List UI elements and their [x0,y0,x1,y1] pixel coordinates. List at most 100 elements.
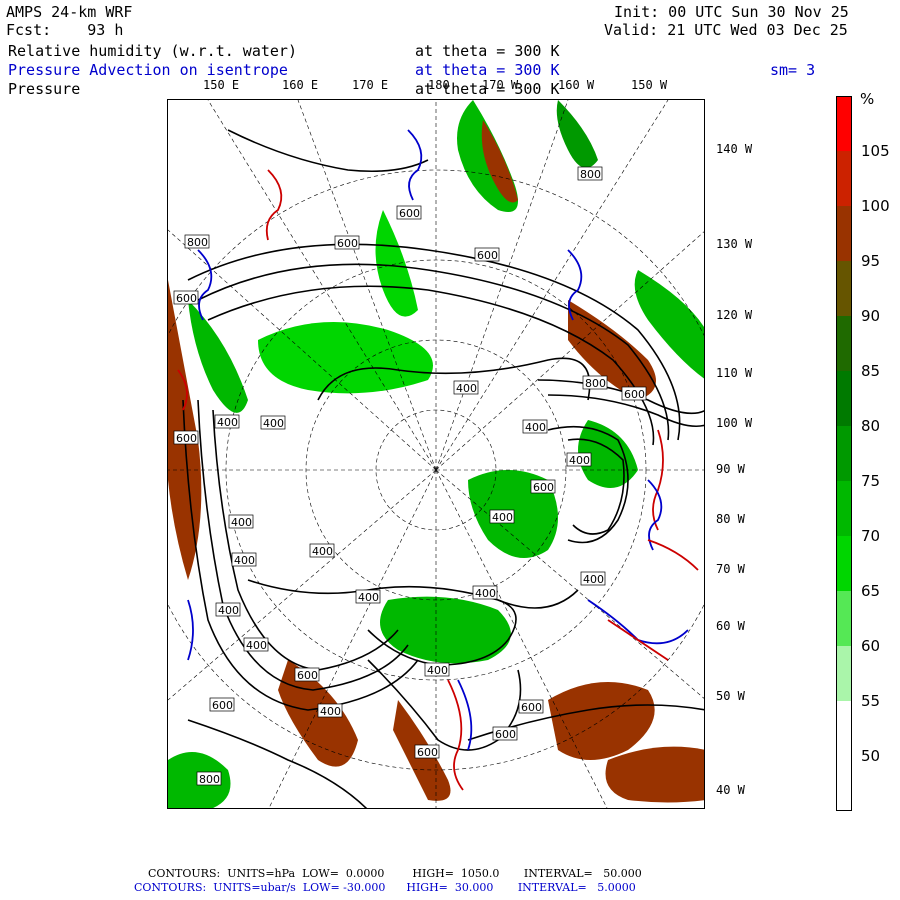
colorbar-tick-label: 90 [861,307,881,325]
contour-label: 800 [199,773,220,786]
advection-contour [647,479,663,551]
right-lon-label: 60 W [716,619,745,633]
rh-area [375,210,418,317]
contour-label: 400 [218,604,239,617]
advection-contour [587,599,689,645]
advection-contour [187,599,194,661]
right-lon-label: 70 W [716,562,745,576]
contour-label: 800 [187,236,208,249]
colorbar-tick-label: 70 [861,527,881,545]
right-lon-label: 40 W [716,783,745,797]
rh-area [548,682,655,760]
contour-label: 600 [176,292,197,305]
colorbar-tick-label: 85 [861,362,881,380]
colorbar-tick-label: 75 [861,472,881,490]
contour-label: 400 [231,516,252,529]
contour-label: 600 [624,388,645,401]
colorbar-unit: % [860,90,875,108]
top-lon-label: 150 E [203,78,240,92]
colorbar-tick-label: 65 [861,582,881,600]
contour-label: 600 [417,746,438,759]
right-lon-label: 140 W [716,142,753,156]
colorbar-segment [836,371,852,426]
colorbar-tick-label: 60 [861,637,881,655]
valid-time: Valid: 21 UTC Wed 03 Dec 25 [604,21,848,39]
top-lon-label: 160 E [282,78,319,92]
field3-name: Pressure [8,80,81,98]
colorbar-tick-label: 100 [861,197,890,215]
contour-label: 600 [176,432,197,445]
contour-label: 400 [583,573,604,586]
rh-area [188,300,248,413]
colorbar-segment [836,646,852,701]
contour-label: 600 [399,207,420,220]
contour-label: 400 [525,421,546,434]
field2-smoothing: sm= 3 [770,61,816,79]
field2-name: Pressure Advection on isentrope [8,61,288,79]
colorbar-tick-label: 80 [861,417,881,435]
colorbar-segment [836,481,852,536]
right-lon-label: 50 W [716,689,745,703]
contour-label: 400 [320,705,341,718]
model-title: AMPS 24-km WRF [6,3,133,21]
colorbar-tick-label: 105 [861,142,890,160]
contour-label: 800 [580,168,601,181]
forecast-hour: Fcst: 93 h [6,21,124,39]
colorbar-tick-label: 55 [861,692,881,710]
pressure-contour [197,399,409,691]
colorbar-segment [836,426,852,481]
pressure-contour [212,409,399,671]
field2-level: at theta = 300 K [415,61,560,79]
right-lon-label: 110 W [716,366,753,380]
top-lon-label: 170 W [482,78,519,92]
right-lon-label: 80 W [716,512,745,526]
contour-label: 400 [263,417,284,430]
advection-contour [265,169,283,241]
contour-label: 400 [358,591,379,604]
meridian-line [435,231,704,471]
contour-label: 600 [337,237,358,250]
map-canvas: 800 600 600 600 800 600 800 400 400 600 … [168,100,704,808]
colorbar-segment [836,261,852,316]
advection-contour [647,539,699,571]
contour-label: 400 [456,382,477,395]
colorbar-segment [836,206,852,261]
colorbar-segment [836,701,852,756]
contour-label: 400 [217,416,238,429]
field1-name: Relative humidity (w.r.t. water) [8,42,297,60]
contour-label: 600 [212,699,233,712]
footer-contours-pressure: CONTOURS: UNITS=hPa LOW= 0.0000 HIGH= 10… [148,867,642,880]
rh-area [556,100,598,168]
contour-label: 600 [297,669,318,682]
advection-contour [607,619,669,661]
colorbar-tick-label: 95 [861,252,881,270]
contour-label: 400 [492,511,513,524]
top-lon-label: 160 W [558,78,595,92]
colorbar-segment [836,96,852,151]
advection-contour [447,679,464,791]
contour-label: 400 [234,554,255,567]
rh-area [605,746,704,803]
colorbar-segment [836,591,852,646]
right-lon-label: 90 W [716,462,745,476]
right-lon-label: 120 W [716,308,753,322]
advection-contour [652,429,664,531]
right-lon-label: 130 W [716,237,753,251]
colorbar-segment [836,151,852,206]
field1-level: at theta = 300 K [415,42,560,60]
pressure-contour [182,399,419,711]
contour-label: 400 [312,545,333,558]
right-lon-label: 100 W [716,416,753,430]
top-lon-label: 150 W [631,78,668,92]
contour-label: 600 [521,701,542,714]
contour-label: 400 [475,587,496,600]
contour-label: 800 [585,377,606,390]
top-lon-label: 180 [428,78,450,92]
rh-area [258,322,433,394]
colorbar-tick-label: 50 [861,747,881,765]
contour-label: 400 [569,454,590,467]
contour-label: 400 [246,639,267,652]
pressure-contour [227,129,429,172]
contour-label: 600 [477,249,498,262]
contour-label: 400 [427,664,448,677]
